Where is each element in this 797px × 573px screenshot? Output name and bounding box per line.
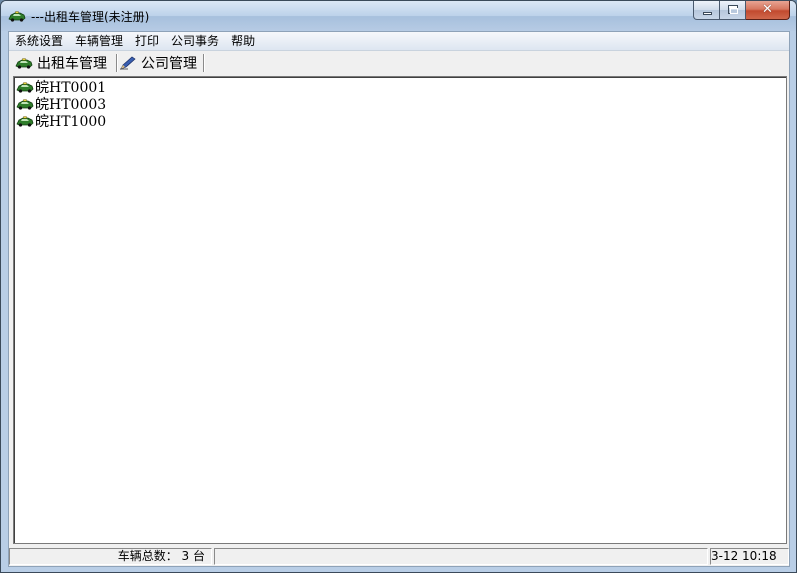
taxi-car-icon	[16, 81, 34, 93]
taxi-car-icon	[8, 9, 26, 23]
status-bar: 车辆总数： 3 台 3-12 10:18	[9, 547, 789, 566]
status-datetime-text: 3-12 10:18	[711, 549, 777, 563]
client-area: 系统设置 车辆管理 打印 公司事务 帮助 出租车管理 公司管理 皖HT0001 …	[8, 31, 790, 567]
taxi-car-icon	[16, 115, 34, 127]
taxi-car-icon	[15, 56, 33, 70]
tree-item-vehicle[interactable]: 皖HT0001	[16, 78, 106, 96]
window-controls: ✕	[693, 1, 790, 21]
minimize-button[interactable]	[693, 1, 720, 20]
status-message	[214, 548, 708, 565]
pen-icon	[120, 56, 136, 70]
tree-item-vehicle[interactable]: 皖HT0003	[16, 95, 106, 113]
close-icon: ✕	[762, 2, 773, 17]
menu-vehicle-management[interactable]: 车辆管理	[69, 32, 129, 50]
status-datetime: 3-12 10:18	[710, 548, 789, 565]
vehicle-tree-panel: 皖HT0001 皖HT0003 皖HT1000	[13, 76, 787, 544]
vehicle-plate: 皖HT1000	[35, 113, 107, 130]
menu-system-settings[interactable]: 系统设置	[9, 32, 69, 50]
taxi-car-icon	[16, 98, 34, 110]
window-title: ---出租车管理(未注册)	[31, 10, 150, 24]
tree-item-vehicle[interactable]: 皖HT1000	[16, 112, 107, 130]
tab-company-management[interactable]: 公司管理	[119, 53, 197, 73]
minimize-icon	[703, 12, 712, 15]
tab-separator	[203, 54, 205, 72]
tab-bar: 出租车管理 公司管理	[9, 52, 789, 74]
menu-bar: 系统设置 车辆管理 打印 公司事务 帮助	[9, 32, 789, 51]
menu-print[interactable]: 打印	[129, 32, 165, 50]
menu-help[interactable]: 帮助	[225, 32, 261, 50]
vehicle-tree: 皖HT0001 皖HT0003 皖HT1000	[16, 78, 107, 130]
tab-label: 公司管理	[141, 56, 197, 72]
tab-taxi-management[interactable]: 出租车管理	[15, 53, 107, 73]
close-button[interactable]: ✕	[746, 1, 790, 20]
menu-company-affairs[interactable]: 公司事务	[165, 32, 225, 50]
status-vehicle-count: 车辆总数： 3 台	[9, 548, 212, 565]
main-window: ---出租车管理(未注册) ✕ 系统设置 车辆管理 打印 公司事务 帮助 出租车…	[0, 0, 797, 573]
maximize-button[interactable]	[720, 1, 746, 20]
maximize-icon	[728, 5, 738, 14]
title-bar[interactable]: ---出租车管理(未注册) ✕	[1, 1, 796, 31]
tab-separator	[116, 54, 118, 72]
tab-label: 出租车管理	[37, 56, 107, 72]
